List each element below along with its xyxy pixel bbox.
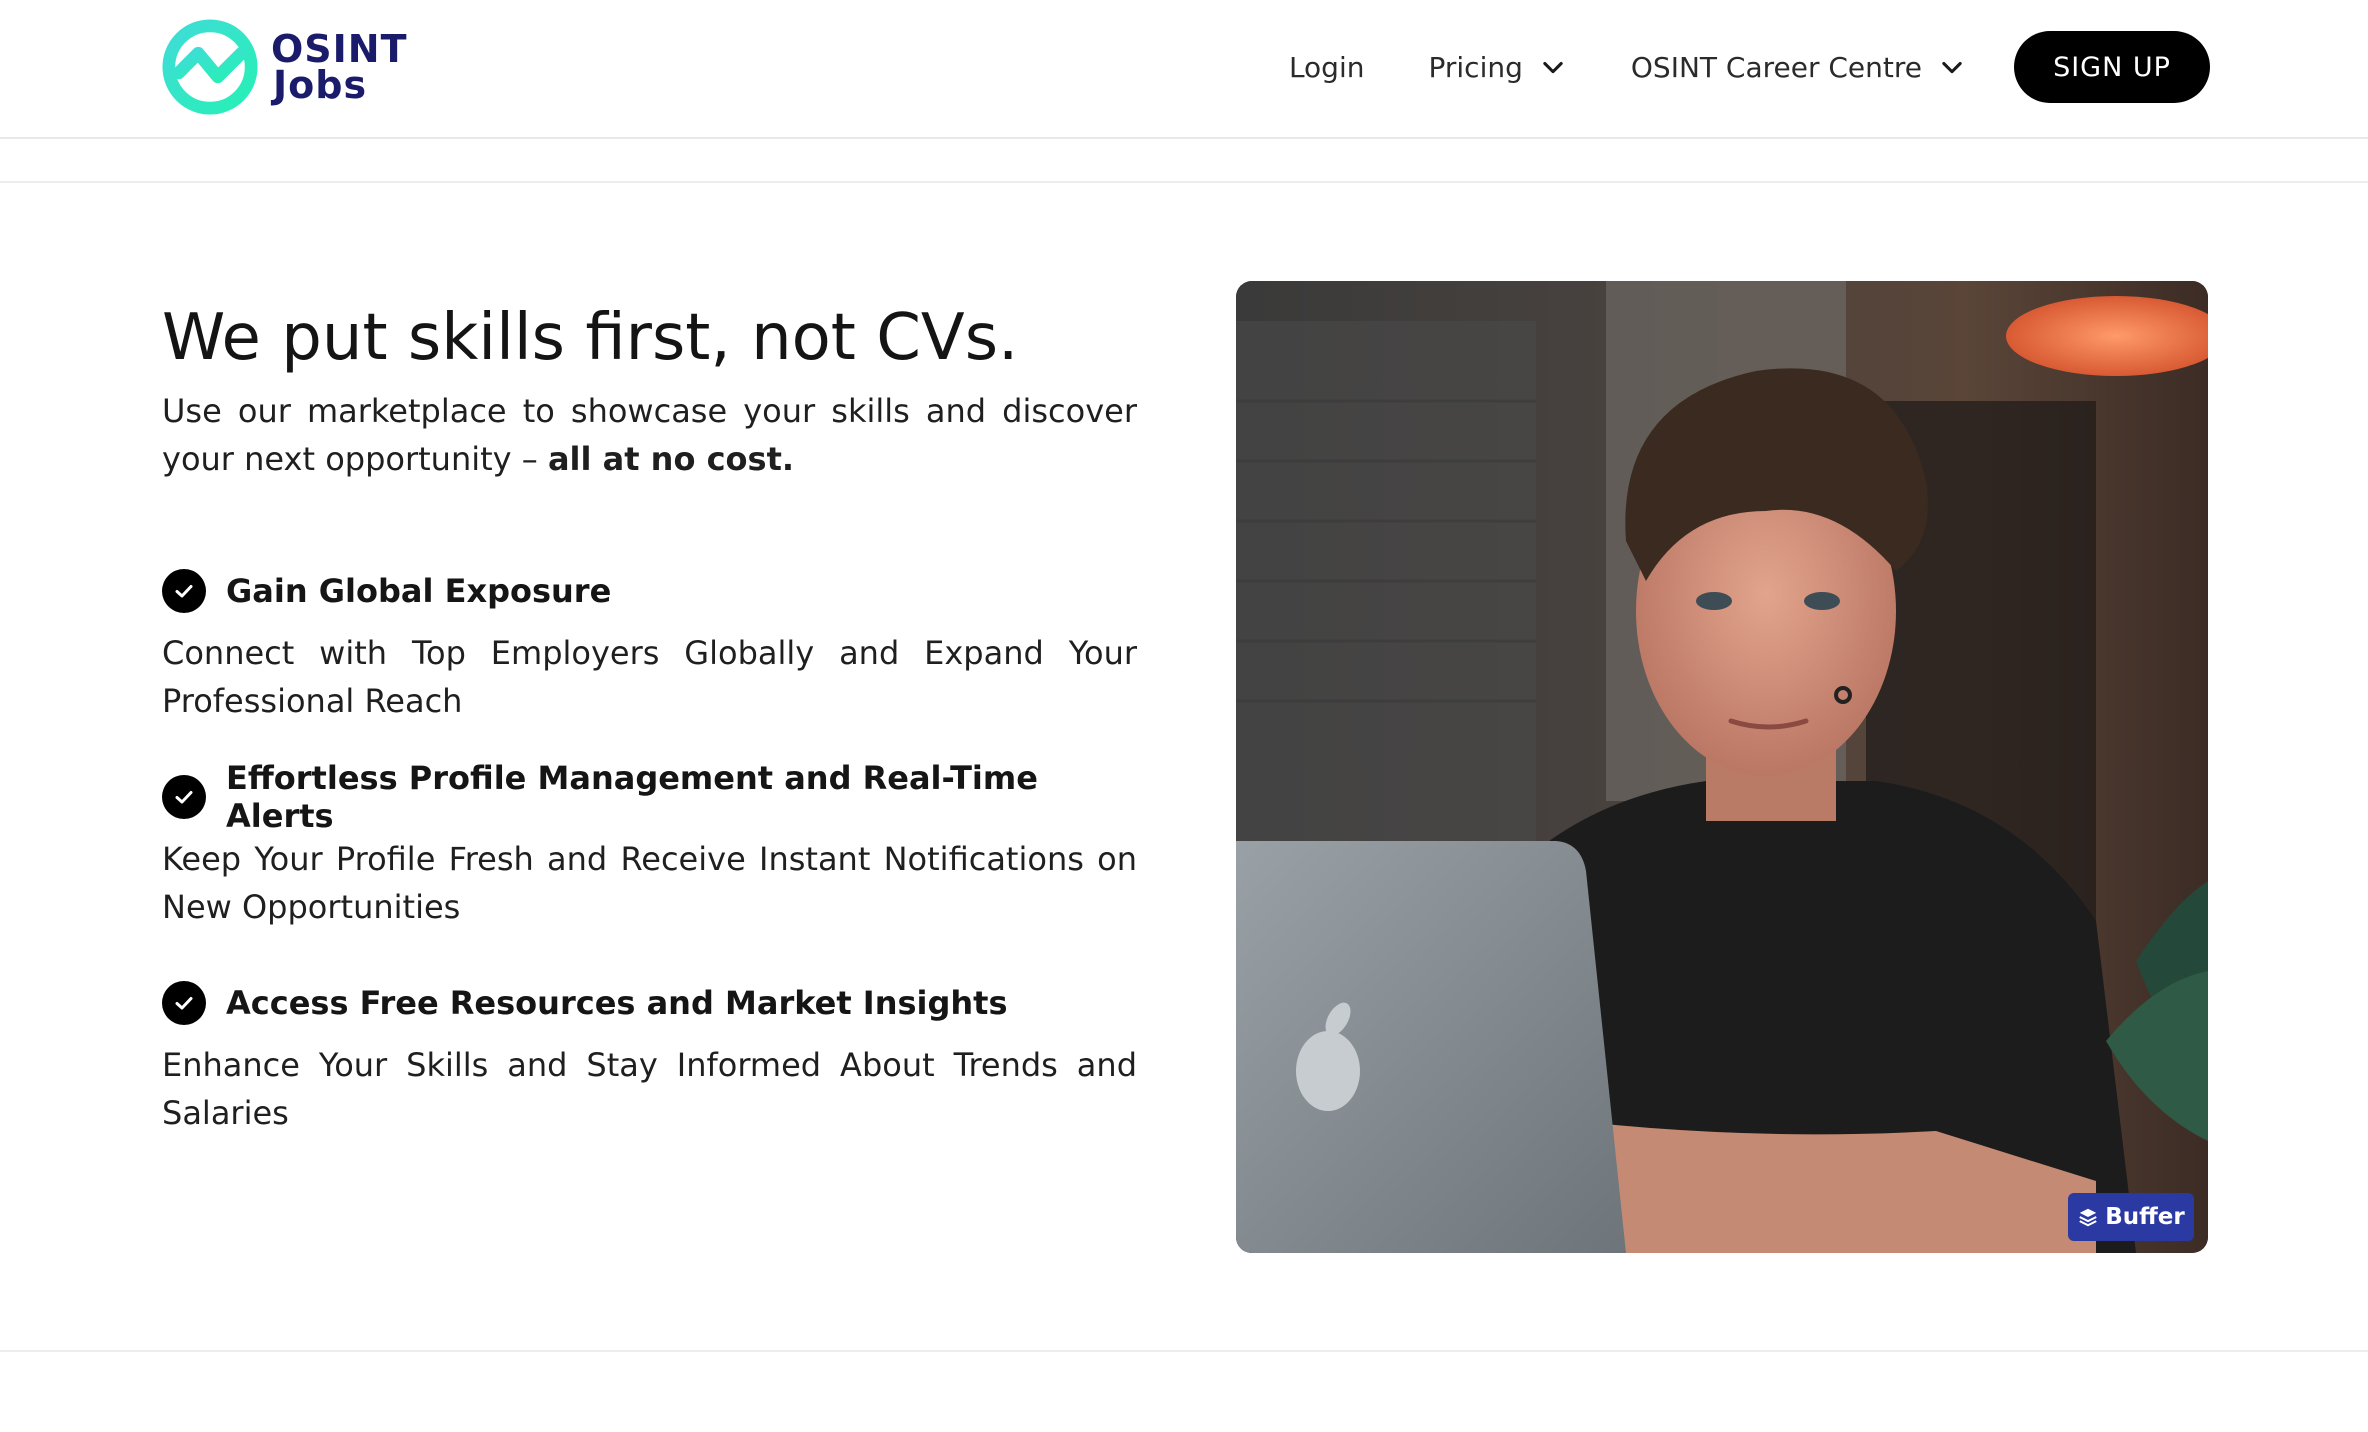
feature-item: Gain Global Exposure Connect with Top Em… (162, 567, 1137, 725)
feature-description: Keep Your Profile Fresh and Receive Inst… (162, 840, 1137, 926)
hero-subtext-emphasis: all at no cost. (547, 440, 795, 478)
buffer-badge[interactable]: Buffer (2068, 1193, 2194, 1241)
logo-line-2: Jobs (273, 63, 368, 107)
check-circle-icon (162, 775, 206, 819)
chevron-down-icon (1543, 61, 1563, 74)
logo-wordmark: OSINT Jobs (271, 27, 408, 107)
feature-title-text: Effortless Profile Management and Real-T… (226, 759, 1038, 835)
feature-list: Gain Global Exposure Connect with Top Em… (162, 567, 1137, 1137)
sign-up-button[interactable]: SIGN UP (2014, 31, 2210, 103)
hero-headline: We put skills first, not CVs. (162, 301, 1019, 375)
hero-content: We put skills first, not CVs. Use our ma… (162, 295, 1137, 1185)
logo-mark-icon (162, 19, 258, 115)
logo-line-1: OSINT (271, 27, 408, 71)
layers-icon (2079, 1208, 2097, 1227)
nav-login-link[interactable]: Login (1289, 51, 1365, 84)
section-divider (0, 181, 2368, 183)
feature-title: Gain Global Exposure (162, 567, 1137, 615)
nav-pricing-dropdown[interactable]: Pricing (1428, 51, 1566, 84)
feature-title-text: Gain Global Exposure (226, 572, 612, 610)
main-nav: Login Pricing OSINT Career Centre SIGN U… (1289, 31, 2210, 103)
site-header: OSINT Jobs Login Pricing OSINT Career Ce… (0, 0, 2368, 139)
feature-item: Access Free Resources and Market Insight… (162, 979, 1137, 1137)
buffer-badge-label: Buffer (2105, 1204, 2185, 1230)
feature-item: Effortless Profile Management and Real-T… (162, 759, 1137, 931)
feature-description: Connect with Top Employers Globally and … (162, 634, 1137, 720)
nav-login-label: Login (1288, 50, 1365, 84)
feature-description: Enhance Your Skills and Stay Informed Ab… (162, 1046, 1137, 1132)
nav-pricing-label: Pricing (1428, 50, 1523, 84)
hero-subtext: Use our marketplace to showcase your ski… (162, 387, 1137, 483)
nav-career-centre-label: OSINT Career Centre (1630, 50, 1922, 84)
chevron-down-icon (1942, 61, 1962, 74)
feature-title: Access Free Resources and Market Insight… (162, 979, 1137, 1027)
person-with-laptop-illustration (1236, 281, 2208, 1253)
check-circle-icon (162, 569, 206, 613)
check-circle-icon (162, 981, 206, 1025)
section-divider (0, 1350, 2368, 1352)
hero-photo: Buffer (1236, 281, 2208, 1253)
osint-jobs-logo[interactable]: OSINT Jobs (161, 18, 408, 116)
feature-title: Effortless Profile Management and Real-T… (162, 759, 1137, 835)
feature-title-text: Access Free Resources and Market Insight… (226, 984, 1008, 1022)
nav-career-centre-dropdown[interactable]: OSINT Career Centre (1631, 51, 1966, 84)
